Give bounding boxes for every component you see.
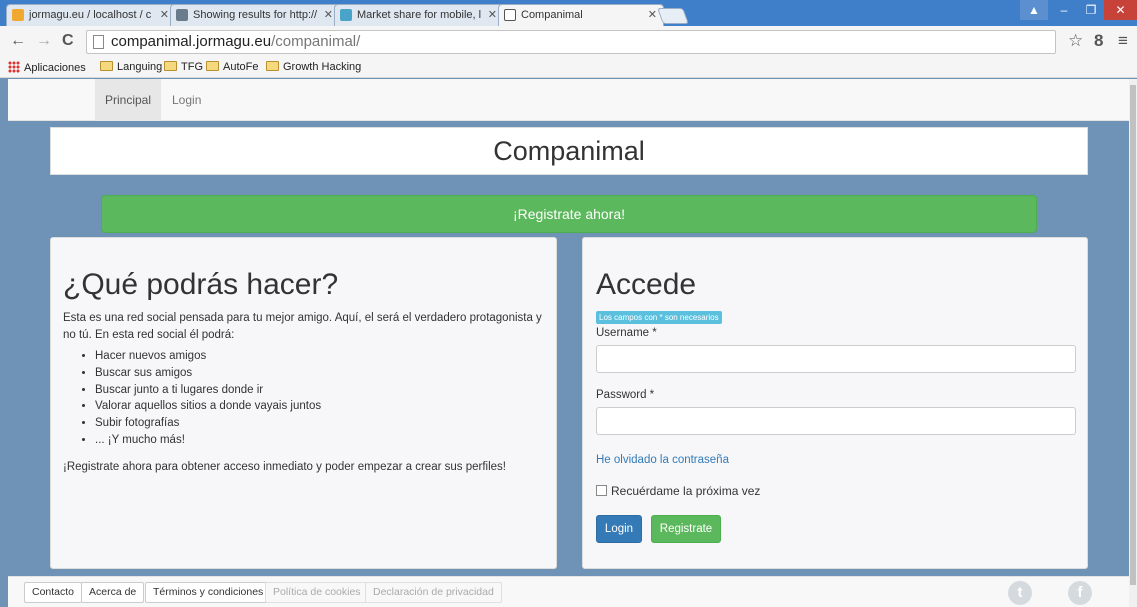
footer-cookies-button: Política de cookies — [265, 582, 369, 603]
bookmark-apps[interactable]: Aplicaciones — [8, 61, 86, 74]
page-content: Principal Login Companimal ¡Registrate a… — [8, 79, 1129, 607]
login-heading: Accede — [596, 268, 697, 301]
folder-icon — [164, 61, 177, 71]
checkbox-icon[interactable] — [596, 485, 607, 496]
site-footer: Contacto Acerca de Términos y condicione… — [8, 576, 1129, 607]
features-list: Hacer nuevos amigos Buscar sus amigos Bu… — [81, 348, 321, 449]
bookmark-folder[interactable]: TFG — [164, 61, 203, 73]
paw-favicon-icon — [504, 9, 516, 21]
login-button[interactable]: Login — [596, 515, 642, 543]
forward-icon[interactable]: → — [36, 32, 52, 50]
page-scrollbar[interactable] — [1129, 79, 1137, 607]
list-item: ... ¡Y mucho más! — [95, 432, 321, 449]
list-item: Hacer nuevos amigos — [95, 348, 321, 365]
nav-item-principal[interactable]: Principal — [95, 79, 162, 121]
address-path: /companimal/ — [271, 33, 361, 50]
browser-tab-bar: jormagu.eu / localhost / c ✕ Showing res… — [0, 0, 1137, 26]
browser-tab-active[interactable]: Companimal ✕ — [498, 4, 664, 26]
features-panel: ¿Qué podrás hacer? Esta es una red socia… — [50, 237, 557, 569]
bookmarks-bar: Aplicaciones Languing TFG AutoFe Growth … — [0, 58, 1137, 78]
phpmyadmin-favicon-icon — [12, 9, 24, 21]
forgot-password-link[interactable]: He olvidado la contraseña — [596, 454, 729, 466]
site-navbar: Principal Login — [8, 79, 1129, 121]
page-icon — [93, 35, 104, 49]
tab-close-icon[interactable]: ✕ — [488, 5, 497, 25]
tab-title: Showing results for http:// — [193, 9, 318, 21]
address-bar[interactable]: companimal.jormagu.eu/companimal/ — [86, 30, 1056, 54]
address-host: companimal.jormagu.eu — [111, 33, 272, 50]
tab-title: Market share for mobile, l — [357, 9, 482, 21]
username-input[interactable] — [596, 345, 1076, 373]
bookmark-folder[interactable]: Growth Hacking — [266, 61, 361, 73]
footer-terms-button[interactable]: Términos y condiciones — [145, 582, 272, 603]
register-now-button[interactable]: ¡Registrate ahora! — [101, 195, 1037, 233]
bookmark-label: TFG — [181, 61, 203, 73]
required-fields-badge: Los campos con * son necesarios — [596, 311, 722, 324]
bookmark-folder[interactable]: AutoFe — [206, 61, 258, 73]
browser-toolbar: ← → C companimal.jormagu.eu/companimal/ … — [0, 26, 1137, 58]
remember-me-checkbox[interactable]: Recuérdame la próxima vez — [596, 484, 760, 498]
site-title: Companimal — [50, 127, 1088, 175]
password-input[interactable] — [596, 407, 1076, 435]
list-item: Subir fotografías — [95, 415, 321, 432]
features-heading: ¿Qué podrás hacer? — [63, 268, 339, 301]
close-window-icon[interactable]: ✕ — [1104, 0, 1137, 20]
browser-tab-3[interactable]: Market share for mobile, l ✕ — [334, 4, 504, 26]
bookmark-label: Growth Hacking — [283, 61, 362, 73]
remember-me-label: Recuérdame la próxima vez — [611, 484, 761, 498]
profile-icon[interactable]: ▲ — [1020, 0, 1048, 20]
tab-title: jormagu.eu / localhost / c — [29, 9, 152, 21]
bookmark-folder[interactable]: Languing — [100, 61, 162, 73]
features-cta: ¡Registrate ahora para obtener acceso in… — [63, 461, 506, 473]
features-intro: Esta es una red social pensada para tu m… — [63, 312, 542, 341]
folder-icon — [266, 61, 279, 71]
apps-grid-icon — [8, 61, 20, 73]
nav-item-login[interactable]: Login — [162, 79, 211, 121]
register-button[interactable]: Registrate — [651, 515, 721, 543]
username-label: Username * — [596, 327, 657, 339]
minimize-icon[interactable]: – — [1050, 0, 1078, 20]
menu-icon[interactable]: ≡ — [1118, 31, 1128, 51]
scrollbar-thumb[interactable] — [1130, 85, 1136, 585]
list-item: Valorar aquellos sitios a donde vayais j… — [95, 398, 321, 415]
bookmark-label: AutoFe — [223, 61, 259, 73]
bookmark-label: Languing — [117, 61, 163, 73]
chart-favicon-icon — [340, 9, 352, 21]
site-favicon-icon — [176, 9, 188, 21]
list-item: Buscar sus amigos — [95, 365, 321, 382]
footer-about-button[interactable]: Acerca de — [81, 582, 145, 603]
folder-icon — [100, 61, 113, 71]
new-tab-button[interactable] — [657, 8, 689, 24]
browser-tab-2[interactable]: Showing results for http:// ✕ — [170, 4, 340, 26]
tab-title: Companimal — [521, 9, 583, 21]
star-icon[interactable]: ☆ — [1068, 31, 1083, 51]
login-panel: Accede Los campos con * son necesarios U… — [582, 237, 1088, 569]
browser-tab-1[interactable]: jormagu.eu / localhost / c ✕ — [6, 4, 176, 26]
facebook-icon[interactable]: f — [1068, 581, 1092, 605]
password-label: Password * — [596, 389, 655, 401]
reload-icon[interactable]: C — [62, 32, 74, 50]
back-icon[interactable]: ← — [10, 32, 26, 50]
tab-close-icon[interactable]: ✕ — [324, 5, 333, 25]
extension-icon[interactable]: 8 — [1094, 31, 1103, 51]
folder-icon — [206, 61, 219, 71]
tab-close-icon[interactable]: ✕ — [648, 5, 657, 25]
twitter-icon[interactable]: t — [1008, 581, 1032, 605]
footer-privacy-button: Declaración de privacidad — [365, 582, 502, 603]
bookmark-label: Aplicaciones — [24, 62, 86, 74]
footer-contact-button[interactable]: Contacto — [24, 582, 83, 603]
maximize-icon[interactable]: ❐ — [1077, 0, 1105, 20]
list-item: Buscar junto a ti lugares donde ir — [95, 382, 321, 399]
tab-close-icon[interactable]: ✕ — [160, 5, 169, 25]
